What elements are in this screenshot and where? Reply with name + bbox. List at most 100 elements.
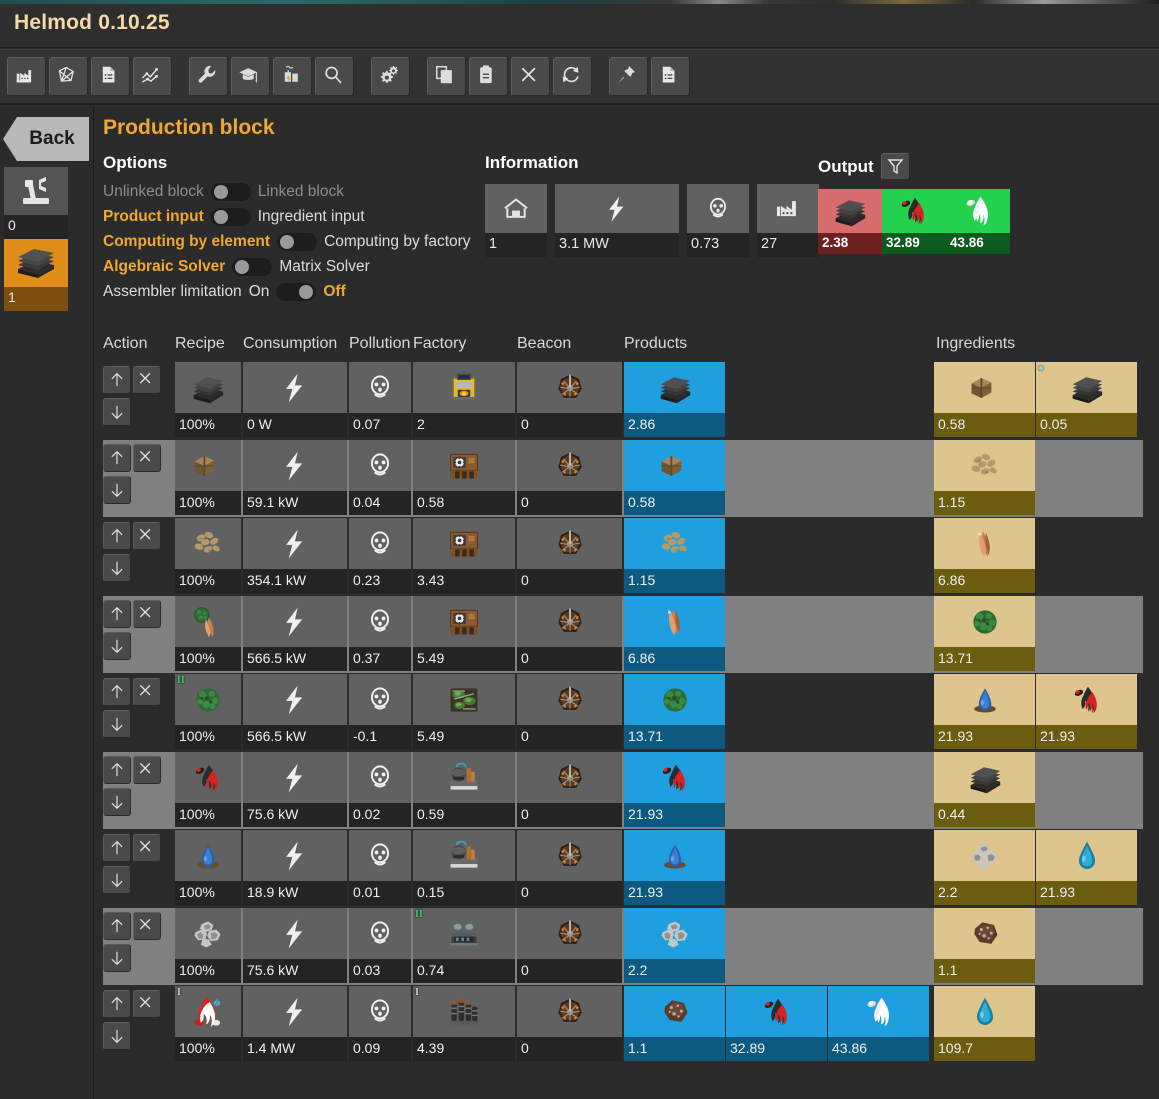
recipe-row-crude-oil-product-0[interactable]: 21.93 — [624, 830, 725, 905]
recipe-row-wire-ingredient-0[interactable]: 13.71 — [934, 596, 1035, 671]
recipe-row-crude-oil-beacon[interactable]: 0 — [517, 830, 622, 905]
move-up-button[interactable] — [103, 912, 131, 940]
recipe-row-iron-ore-ingredient-0[interactable]: 6.86 — [934, 518, 1035, 593]
recipe-row-iron-plate-beacon[interactable]: 0 — [517, 440, 622, 515]
delete-row-button[interactable] — [133, 366, 161, 394]
move-up-button[interactable] — [103, 990, 131, 1018]
recipe-row-petroleum-gas-pollution[interactable]: 0.02 — [349, 752, 411, 827]
move-up-button[interactable] — [103, 522, 131, 550]
linked-block-toggle[interactable] — [210, 182, 251, 201]
recipe-row-iron-plate-consumption[interactable]: 59.1 kW — [243, 440, 347, 515]
info-machine-count[interactable]: 27 — [757, 184, 819, 257]
output-light-oil[interactable]: 43.86 — [946, 189, 1010, 254]
recipe-row-iron-plate-ingredient-0[interactable]: 1.15 — [934, 440, 1035, 515]
delete-row-button[interactable] — [133, 444, 161, 472]
recipe-row-wire-recipe[interactable]: 100% — [175, 596, 241, 671]
recipe-row-crude-oil-ingredient-1[interactable]: 21.93 — [1036, 830, 1137, 905]
delete-row-button[interactable] — [133, 678, 161, 706]
filter-funnel-icon[interactable] — [880, 153, 910, 180]
recipe-row-crude-oil-factory[interactable]: 0.15 — [413, 830, 515, 905]
move-down-button[interactable] — [103, 944, 131, 972]
move-down-button[interactable] — [103, 866, 131, 894]
recipe-row-wire-beacon[interactable]: 0 — [517, 596, 622, 671]
recipe-row-algae-pollution[interactable]: -0.1 — [349, 674, 411, 749]
notes-icon[interactable] — [651, 57, 690, 96]
recipe-row-steel-plate-consumption[interactable]: 0 W — [243, 362, 347, 437]
recipe-row-refinery-beacon[interactable]: 0 — [517, 986, 622, 1061]
move-down-button[interactable] — [103, 398, 131, 426]
recipe-row-petroleum-gas-beacon[interactable]: 0 — [517, 752, 622, 827]
recipe-row-iron-ore-product-0[interactable]: 1.15 — [624, 518, 725, 593]
recipe-row-refinery-factory[interactable]: I 4.39 — [413, 986, 515, 1061]
pin-icon[interactable] — [609, 57, 648, 96]
move-up-button[interactable] — [103, 366, 131, 394]
recipe-row-stone-pollution[interactable]: 0.03 — [349, 908, 411, 983]
move-down-button[interactable] — [103, 788, 131, 816]
recipe-row-iron-plate-product-0[interactable]: 0.58 — [624, 440, 725, 515]
sidebar-item-block-1[interactable]: 1 — [4, 239, 68, 311]
recipe-row-refinery-product-0[interactable]: 1.1 — [624, 986, 725, 1061]
recipe-row-algae-factory[interactable]: 5.49 — [413, 674, 515, 749]
energy-factory-icon[interactable] — [273, 57, 312, 96]
resources-icon[interactable] — [49, 57, 88, 96]
settings-wrench-icon[interactable] — [189, 57, 228, 96]
move-down-button[interactable] — [103, 710, 131, 738]
recipe-row-stone-factory[interactable]: II 0.74 — [413, 908, 515, 983]
recipe-row-petroleum-gas-ingredient-0[interactable]: 0.44 — [934, 752, 1035, 827]
delete-row-button[interactable] — [133, 834, 161, 862]
move-up-button[interactable] — [103, 678, 131, 706]
info-block-count[interactable]: 1 — [485, 184, 547, 257]
output-petroleum-gas[interactable]: 32.89 — [882, 189, 946, 254]
recipe-row-crude-oil-consumption[interactable]: 18.9 kW — [243, 830, 347, 905]
recipe-row-steel-plate-beacon[interactable]: 0 — [517, 362, 622, 437]
assembler-limitation-toggle[interactable] — [276, 282, 317, 301]
recipe-row-petroleum-gas-factory[interactable]: 0.59 — [413, 752, 515, 827]
recipe-row-stone-product-0[interactable]: 2.2 — [624, 908, 725, 983]
recipe-row-algae-recipe[interactable]: II 100% — [175, 674, 241, 749]
move-down-button[interactable] — [103, 476, 131, 504]
production-icon[interactable] — [7, 57, 46, 96]
recipe-row-crude-oil-recipe[interactable]: 100% — [175, 830, 241, 905]
recipe-row-algae-beacon[interactable]: 0 — [517, 674, 622, 749]
recipe-row-refinery-product-2[interactable]: 43.86 — [828, 986, 929, 1061]
recipe-row-iron-ore-pollution[interactable]: 0.23 — [349, 518, 411, 593]
recipe-row-refinery-recipe[interactable]: I 100% — [175, 986, 241, 1061]
recipe-row-algae-ingredient-1[interactable]: 21.93 — [1036, 674, 1137, 749]
recipe-row-algae-consumption[interactable]: 566.5 kW — [243, 674, 347, 749]
recipe-row-refinery-consumption[interactable]: 1.4 MW — [243, 986, 347, 1061]
recipe-row-wire-factory[interactable]: 5.49 — [413, 596, 515, 671]
recipe-row-steel-plate-ingredient-0[interactable]: 0.58 — [934, 362, 1035, 437]
output-steel-plate[interactable]: 2.38 — [818, 189, 882, 254]
move-down-button[interactable] — [103, 554, 131, 582]
close-x-icon[interactable] — [511, 57, 550, 96]
delete-row-button[interactable] — [133, 522, 161, 550]
statistics-icon[interactable] — [133, 57, 172, 96]
recipe-row-crude-oil-ingredient-0[interactable]: 2.2 — [934, 830, 1035, 905]
recipe-row-steel-plate-product-0[interactable]: 2.86 — [624, 362, 725, 437]
recipe-row-steel-plate-pollution[interactable]: 0.07 — [349, 362, 411, 437]
move-up-button[interactable] — [103, 444, 131, 472]
refresh-icon[interactable] — [553, 57, 592, 96]
move-up-button[interactable] — [103, 756, 131, 784]
recipe-row-stone-consumption[interactable]: 75.6 kW — [243, 908, 347, 983]
recipe-row-iron-ore-factory[interactable]: 3.43 — [413, 518, 515, 593]
recipe-row-algae-product-0[interactable]: 13.71 — [624, 674, 725, 749]
paste-icon[interactable] — [469, 57, 508, 96]
recipe-row-wire-pollution[interactable]: 0.37 — [349, 596, 411, 671]
computing-mode-toggle[interactable] — [277, 232, 318, 251]
recipe-row-crude-oil-pollution[interactable]: 0.01 — [349, 830, 411, 905]
move-down-button[interactable] — [103, 632, 131, 660]
delete-row-button[interactable] — [133, 912, 161, 940]
recipe-row-steel-plate-ingredient-1[interactable]: ● 0.05 — [1036, 362, 1137, 437]
info-pollution[interactable]: 0.73 — [687, 184, 749, 257]
recipe-row-refinery-ingredient-0[interactable]: 109.7 — [934, 986, 1035, 1061]
summary-icon[interactable] — [91, 57, 130, 96]
recipe-row-refinery-product-1[interactable]: 32.89 — [726, 986, 827, 1061]
graduation-cap-icon[interactable] — [231, 57, 270, 96]
search-icon[interactable] — [315, 57, 354, 96]
recipe-row-algae-ingredient-0[interactable]: 21.93 — [934, 674, 1035, 749]
recipe-row-steel-plate-recipe[interactable]: 100% — [175, 362, 241, 437]
recipe-row-wire-consumption[interactable]: 566.5 kW — [243, 596, 347, 671]
recipe-row-stone-ingredient-0[interactable]: 1.1 — [934, 908, 1035, 983]
recipe-row-petroleum-gas-recipe[interactable]: 100% — [175, 752, 241, 827]
